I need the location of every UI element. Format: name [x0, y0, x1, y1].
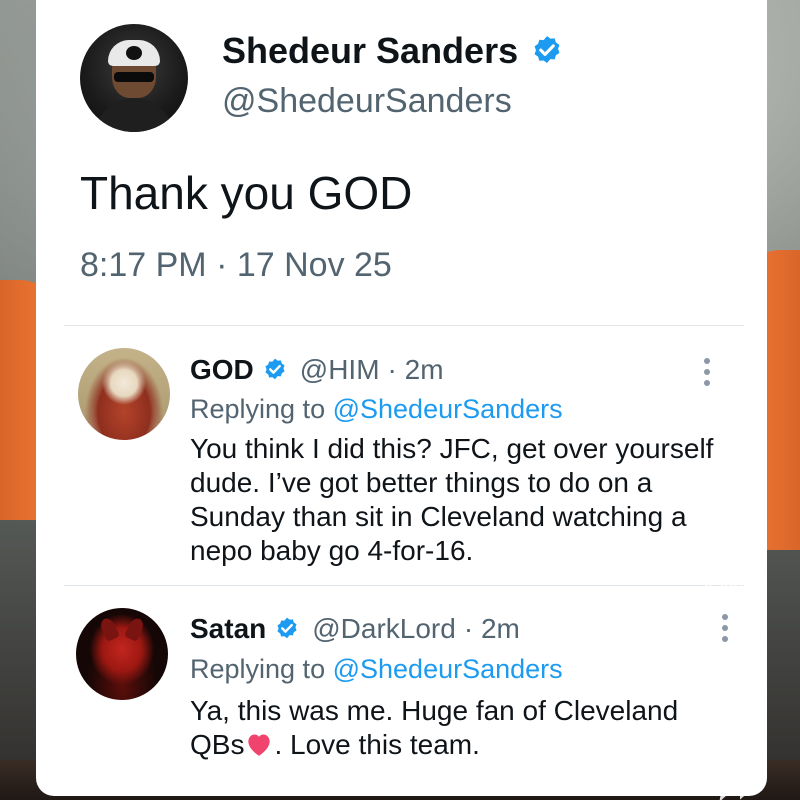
replying-to-label: Replying to: [190, 394, 326, 424]
replying-to-link[interactable]: @ShedeurSanders: [333, 394, 563, 424]
verified-badge-icon: [274, 616, 300, 642]
tweet-timestamp[interactable]: 8:17 PM · 17 Nov 25: [80, 246, 392, 285]
share-icon[interactable]: [718, 770, 758, 800]
reply-header: Satan @DarkLord · 2m: [190, 613, 520, 645]
verified-badge-icon: [530, 34, 564, 68]
reply-time: · 2m: [463, 613, 520, 644]
reply-author-name[interactable]: Satan: [190, 613, 266, 645]
replying-to: Replying to @ShedeurSanders: [190, 394, 563, 425]
reply-body-text: . Love this team.: [274, 729, 480, 760]
reply-body-line: nepo baby go 4-for-16.: [190, 535, 474, 566]
replying-to-label: Replying to: [190, 654, 326, 684]
pink-heart-emoji-icon: [248, 734, 271, 756]
author-avatar[interactable]: [80, 24, 188, 132]
reply-body-line: Sunday than sit in Cleveland watching a: [190, 501, 687, 532]
comment-count: 84: [726, 724, 744, 741]
reply-author-handle[interactable]: @DarkLord: [312, 613, 456, 645]
reply-body-line: You think I did this? JFC, get over your…: [190, 433, 714, 464]
reply-body-line: QBs . Love this team.: [190, 728, 720, 762]
comment-icon[interactable]: [712, 648, 768, 709]
reply-body-line: Ya, this was me. Huge fan of Cleveland: [190, 695, 679, 726]
author-handle[interactable]: @ShedeurSanders: [222, 82, 512, 121]
like-count: 8.830: [704, 582, 750, 599]
divider: [64, 585, 744, 586]
like-icon[interactable]: [710, 505, 768, 562]
verified-badge-icon: [262, 357, 288, 383]
author-name-row: Shedeur Sanders: [222, 30, 564, 72]
reply-header: GOD @HIM · 2m: [190, 354, 444, 386]
reply-body: You think I did this? JFC, get over your…: [190, 432, 720, 568]
reply-body-line: dude. I’ve got better things to do on a: [190, 467, 653, 498]
reply-avatar-satan[interactable]: [76, 608, 168, 700]
reply-avatar-god[interactable]: [78, 348, 170, 440]
more-options-icon[interactable]: [702, 358, 712, 386]
replying-to-link[interactable]: @ShedeurSanders: [333, 654, 563, 684]
replying-to: Replying to @ShedeurSanders: [190, 654, 563, 685]
author-name[interactable]: Shedeur Sanders: [222, 30, 518, 72]
more-options-icon[interactable]: [720, 614, 730, 642]
reply-body: Ya, this was me. Huge fan of Cleveland Q…: [190, 694, 720, 762]
reply-author-handle[interactable]: @HIM: [300, 354, 380, 386]
reply-author-name[interactable]: GOD: [190, 354, 254, 386]
divider: [64, 325, 744, 326]
tweet-text: Thank you GOD: [80, 167, 413, 219]
tweet-card: Shedeur Sanders @ShedeurSanders Thank yo…: [36, 0, 767, 796]
reply-body-text: QBs: [190, 729, 245, 760]
reply-time: · 2m: [387, 354, 444, 385]
